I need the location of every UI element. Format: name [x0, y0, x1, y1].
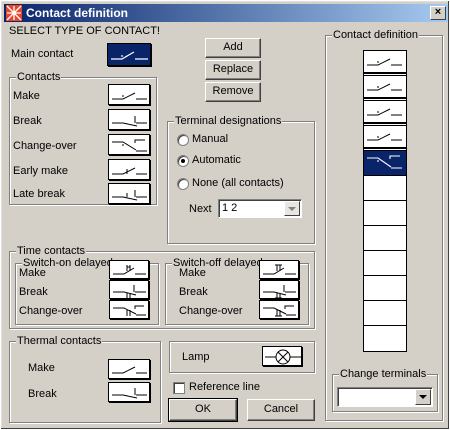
definition-slot-10[interactable]: [364, 276, 406, 301]
ok-button[interactable]: OK: [168, 398, 238, 422]
instruction-text: SELECT TYPE OF CONTACT!: [9, 25, 160, 37]
contacts-legend: Contacts: [16, 71, 62, 83]
contact-definition-group: Contact definition Change terminals: [325, 29, 443, 421]
definition-slot-8[interactable]: [364, 226, 406, 251]
time-contacts-legend: Time contacts: [16, 245, 87, 257]
on-make-symbol[interactable]: [109, 260, 149, 279]
definition-slot-3[interactable]: [364, 101, 406, 126]
lamp-group: Lamp: [169, 341, 315, 373]
radio-none-label: None (all contacts): [192, 177, 284, 189]
definition-slot-1[interactable]: [364, 51, 406, 76]
chevron-down-icon[interactable]: [415, 389, 431, 405]
off-changeover-label: Change-over: [179, 305, 243, 317]
change-terminals-group: Change terminals: [332, 368, 438, 412]
off-break-label: Break: [179, 286, 208, 298]
thermal-contacts-group: Thermal contacts Make Break: [9, 335, 161, 423]
next-label: Next: [189, 203, 212, 215]
close-icon[interactable]: ×: [430, 6, 446, 20]
lamp-label: Lamp: [182, 351, 210, 363]
thermal-make-label: Make: [28, 362, 55, 374]
main-contact-label: Main contact: [11, 48, 74, 60]
break-symbol[interactable]: [108, 109, 150, 130]
make-symbol[interactable]: [108, 84, 150, 105]
chevron-down-icon[interactable]: [284, 201, 300, 216]
radio-manual-label: Manual: [192, 133, 229, 145]
off-make-symbol[interactable]: [259, 260, 299, 279]
definition-slot-2[interactable]: [364, 76, 406, 101]
contact-definition-list[interactable]: [363, 50, 407, 352]
terminal-legend: Terminal designations: [174, 115, 283, 127]
thermal-break-label: Break: [28, 388, 57, 400]
contact-make-label: Make: [13, 90, 40, 102]
next-select[interactable]: 1 2: [218, 199, 302, 218]
contact-definition-dialog: Contact definition × SELECT TYPE OF CONT…: [0, 0, 450, 430]
window-title: Contact definition: [26, 6, 128, 20]
switch-on-delayed-group: Switch-on delayed Make Break Change-over: [15, 257, 159, 325]
radio-manual[interactable]: [177, 134, 189, 146]
change-terminals-select[interactable]: [337, 387, 433, 407]
definition-slot-5[interactable]: [364, 151, 406, 176]
contact-early-make-label: Early make: [13, 165, 69, 177]
replace-button[interactable]: Replace: [205, 60, 261, 80]
radio-automatic[interactable]: [177, 155, 189, 167]
change-terminals-legend: Change terminals: [339, 368, 428, 380]
definition-slot-9[interactable]: [364, 251, 406, 276]
off-changeover-symbol[interactable]: [259, 300, 299, 319]
on-break-symbol[interactable]: [109, 280, 149, 299]
definition-slot-12[interactable]: [364, 326, 406, 351]
on-break-label: Break: [19, 286, 48, 298]
reference-line-label: Reference line: [189, 381, 260, 393]
on-changeover-symbol[interactable]: [109, 300, 149, 319]
contact-changeover-label: Change-over: [13, 140, 77, 152]
thermal-make-symbol[interactable]: [108, 359, 150, 379]
on-make-label: Make: [19, 267, 46, 279]
radio-none[interactable]: [177, 178, 189, 190]
late-break-symbol[interactable]: [108, 183, 150, 204]
definition-slot-4[interactable]: [364, 126, 406, 151]
early-make-symbol[interactable]: [108, 159, 150, 180]
contact-app-icon: [6, 5, 22, 21]
title-bar[interactable]: Contact definition ×: [4, 4, 448, 22]
off-make-label: Make: [179, 267, 206, 279]
contact-late-break-label: Late break: [13, 188, 65, 200]
off-break-symbol[interactable]: [259, 280, 299, 299]
definition-slot-11[interactable]: [364, 301, 406, 326]
contact-definition-legend: Contact definition: [332, 29, 419, 41]
contact-break-label: Break: [13, 115, 42, 127]
changeover-symbol[interactable]: [108, 134, 150, 155]
cancel-button[interactable]: Cancel: [247, 399, 315, 421]
main-contact-symbol[interactable]: [107, 43, 151, 66]
terminal-designations-group: Terminal designations Manual Automatic N…: [167, 115, 315, 244]
on-changeover-label: Change-over: [19, 305, 83, 317]
definition-slot-6[interactable]: [364, 176, 406, 201]
add-button[interactable]: Add: [205, 38, 261, 58]
contacts-group: Contacts Make Break Change-over Early ma…: [9, 71, 157, 205]
reference-line-checkbox[interactable]: [173, 382, 185, 394]
switch-off-delayed-group: Switch-off delayed Make Break Change-ove…: [165, 257, 309, 325]
thermal-break-symbol[interactable]: [108, 382, 150, 402]
remove-button[interactable]: Remove: [205, 82, 261, 102]
next-value: 1 2: [222, 202, 238, 214]
lamp-icon[interactable]: [262, 346, 302, 366]
radio-automatic-label: Automatic: [192, 154, 241, 166]
thermal-legend: Thermal contacts: [16, 335, 103, 347]
definition-slot-7[interactable]: [364, 201, 406, 226]
